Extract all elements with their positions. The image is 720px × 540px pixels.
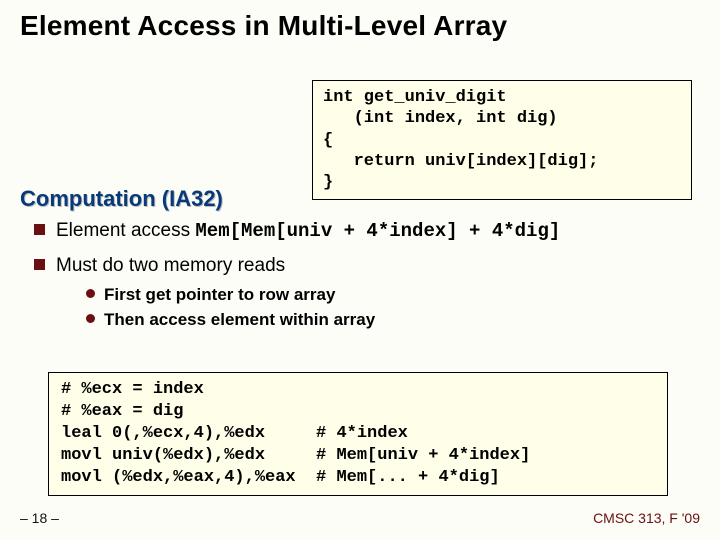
sub-bullet: First get pointer to row array — [86, 284, 700, 307]
page-number: – 18 – — [20, 510, 59, 526]
section-heading: Computation (IA32) — [20, 186, 223, 212]
bullet-list: Element access Mem[Mem[univ + 4*index] +… — [30, 218, 700, 340]
bullet-element-access: Element access Mem[Mem[univ + 4*index] +… — [30, 218, 700, 245]
sub-bullet: Then access element within array — [86, 309, 700, 332]
bullet-two-reads: Must do two memory reads First get point… — [30, 253, 700, 333]
bullet-text: Element access — [56, 220, 195, 241]
course-footer: CMSC 313, F '09 — [593, 510, 700, 526]
bullet-text: Must do two memory reads — [56, 255, 285, 276]
asm-code: # %ecx = index # %eax = dig leal 0(,%ecx… — [61, 379, 655, 489]
slide: Element Access in Multi-Level Array int … — [0, 0, 720, 540]
sub-bullet-list: First get pointer to row array Then acce… — [86, 284, 700, 332]
bullet-code: Mem[Mem[univ + 4*index] + 4*dig] — [195, 220, 560, 242]
c-code-box: int get_univ_digit (int index, int dig) … — [312, 80, 692, 200]
slide-title: Element Access in Multi-Level Array — [20, 10, 700, 42]
asm-code-box: # %ecx = index # %eax = dig leal 0(,%ecx… — [48, 372, 668, 496]
c-code: int get_univ_digit (int index, int dig) … — [323, 87, 681, 193]
